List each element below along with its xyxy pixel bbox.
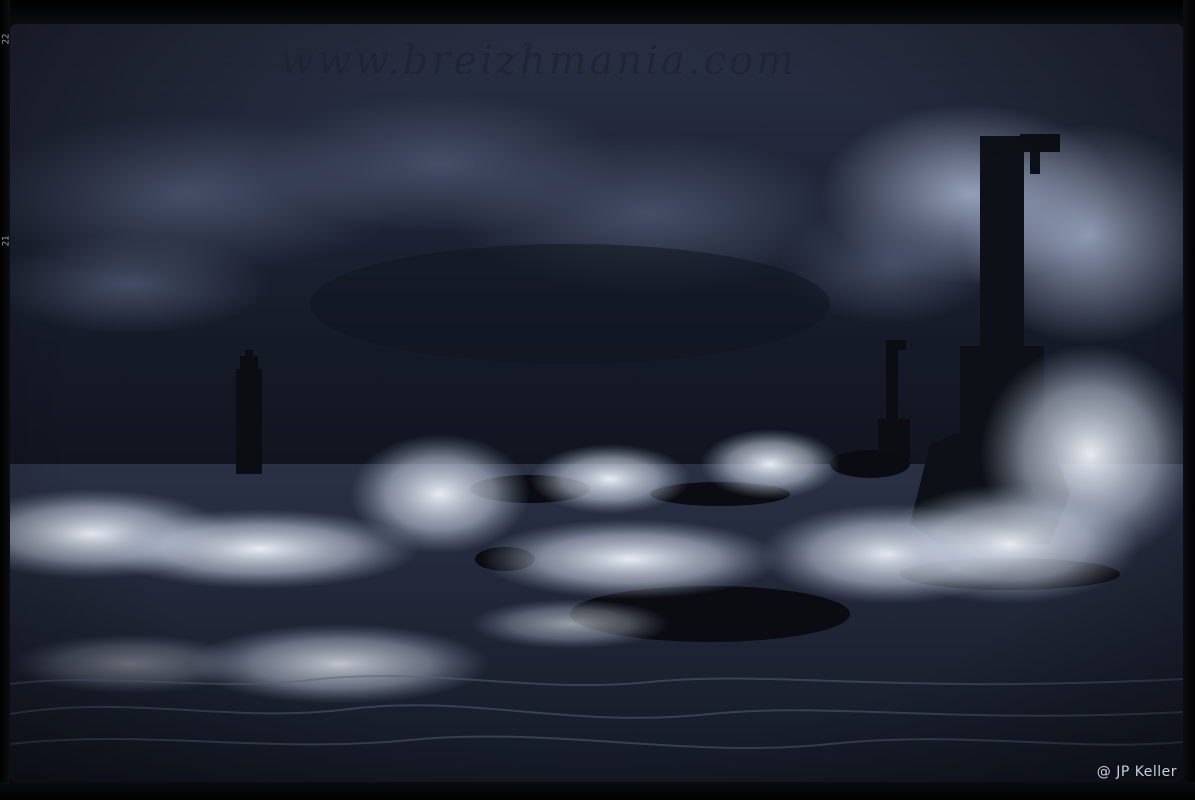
watermark-url: www.breizhmania.com [280,38,798,84]
film-border-left [0,0,10,800]
photo-frame: 22 21 www.breizhmania.com @ JP Keller [0,0,1195,800]
film-border-right [1183,0,1195,800]
storm-photo [10,24,1183,782]
film-border-bottom [0,782,1195,800]
film-border-top [0,0,1195,24]
photo-credit: @ JP Keller [1096,764,1177,780]
